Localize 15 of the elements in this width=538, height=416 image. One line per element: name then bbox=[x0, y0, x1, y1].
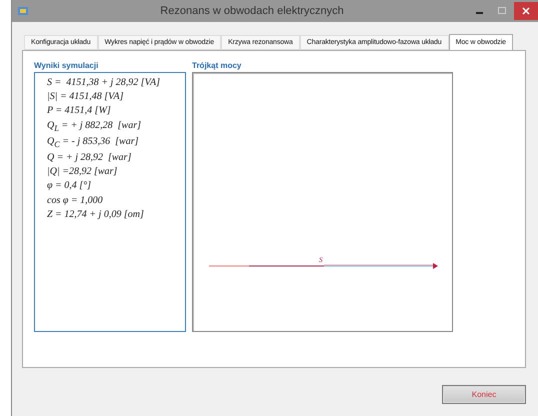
result-line: Z = 12,74 + j 0,09 [om] bbox=[47, 208, 145, 220]
result-line: S = 4151,38 + j 28,92 [VA] bbox=[47, 77, 162, 88]
app-icon bbox=[18, 7, 28, 15]
result-line: Q$_{L}$ = + j 882,28 [war] bbox=[47, 120, 142, 133]
close-icon[interactable] bbox=[514, 2, 538, 20]
result-line: |S| = 4151,48 [VA] bbox=[47, 91, 125, 102]
triangle-heading: Trójkąt mocy bbox=[192, 61, 242, 70]
result-line: |Q| =28,92 [war] bbox=[47, 166, 118, 178]
result-line: P = 4151,4 [W] bbox=[47, 105, 112, 116]
result-line: cos φ = 1,000 bbox=[47, 194, 104, 206]
result-line: Q$_{C}$ = - j 853,36 [war] bbox=[47, 136, 140, 149]
results-heading: Wyniki symulacji bbox=[34, 61, 100, 70]
window-title: Rezonans w obwodach elektrycznych bbox=[159, 5, 345, 17]
result-line: φ = 0,4 [°] bbox=[47, 180, 92, 192]
result-line: Q = + j 28,92 [war] bbox=[47, 152, 132, 163]
